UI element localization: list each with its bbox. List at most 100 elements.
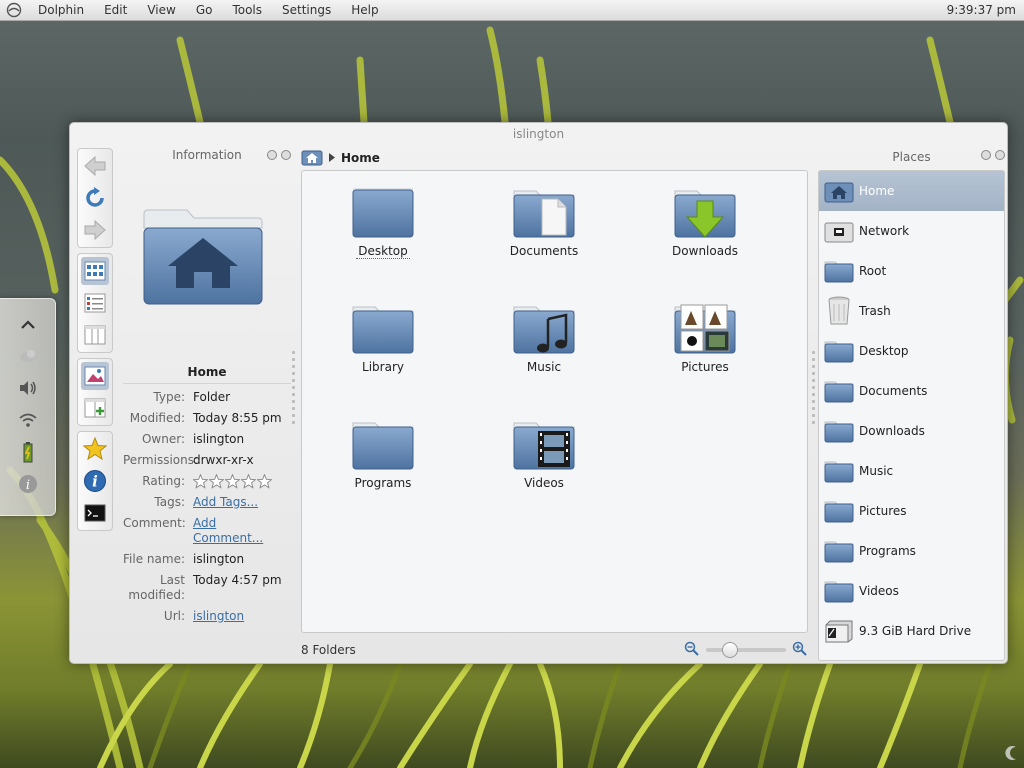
folder-pictures-icon (674, 304, 736, 354)
zoom-slider[interactable] (706, 642, 786, 658)
kde-logo-icon[interactable] (0, 2, 28, 18)
url-link[interactable]: islington (193, 609, 244, 624)
split-view-button[interactable] (81, 394, 109, 422)
place-item-downloads[interactable]: Downloads (819, 411, 1004, 451)
prop-key: Comment: (123, 516, 186, 530)
svg-text:i: i (92, 473, 98, 491)
file-item-label: Desktop (356, 244, 410, 259)
status-bar: 8 Folders (301, 640, 808, 660)
prop-value: islington (193, 432, 245, 446)
file-item[interactable]: Videos (484, 419, 604, 490)
icons-view-button[interactable] (81, 257, 109, 285)
panel-float-icon[interactable] (267, 150, 277, 160)
star-icon[interactable] (209, 474, 224, 489)
folder-icon (823, 335, 855, 367)
place-item-programs[interactable]: Programs (819, 531, 1004, 571)
file-view[interactable]: Desktop Documents Downloads Library Musi… (301, 170, 808, 633)
columns-view-button[interactable] (81, 321, 109, 349)
prop-rating: Rating: (123, 474, 291, 489)
zoom-out-icon[interactable] (684, 641, 700, 660)
file-item[interactable]: Pictures (645, 303, 765, 374)
folder-icon (823, 375, 855, 407)
add-tags-link[interactable]: Add Tags... (193, 495, 258, 510)
weather-icon[interactable] (17, 345, 39, 367)
place-item-music[interactable]: Music (819, 451, 1004, 491)
file-item[interactable]: Music (484, 303, 604, 374)
rating-stars[interactable] (193, 474, 272, 489)
star-icon[interactable] (257, 474, 272, 489)
preview-button[interactable] (81, 362, 109, 390)
extras-group: i (77, 431, 113, 531)
star-icon[interactable] (193, 474, 208, 489)
folder-icon (352, 188, 414, 238)
prop-value: drwxr-xr-x (193, 453, 254, 467)
menu-tools[interactable]: Tools (222, 0, 272, 21)
place-label: Root (859, 264, 887, 278)
breadcrumb-arrow-icon[interactable] (329, 151, 335, 165)
terminal-icon[interactable] (81, 499, 109, 527)
file-item-label: Documents (509, 244, 579, 258)
wifi-icon[interactable] (17, 409, 39, 431)
menu-go[interactable]: Go (186, 0, 223, 21)
info-panel-icon[interactable]: i (81, 467, 109, 495)
place-item-network[interactable]: Network (819, 211, 1004, 251)
place-item-home[interactable]: Home (819, 171, 1004, 211)
panel-close-icon[interactable] (995, 150, 1005, 160)
menu-settings[interactable]: Settings (272, 0, 341, 21)
breadcrumb-current[interactable]: Home (341, 151, 380, 165)
folder-icon (823, 535, 855, 567)
star-icon[interactable] (241, 474, 256, 489)
breadcrumb-home-icon[interactable] (301, 148, 323, 169)
place-label: Network (859, 224, 910, 238)
splitter-handle-right[interactable] (812, 351, 815, 424)
menu-app-dolphin[interactable]: Dolphin (28, 0, 94, 21)
clock[interactable]: 9:39:37 pm (947, 0, 1016, 21)
volume-icon[interactable] (17, 377, 39, 399)
place-item-pictures[interactable]: Pictures (819, 491, 1004, 531)
reload-button[interactable] (81, 184, 109, 212)
trash-icon (823, 295, 855, 327)
places-panel-title: Places (892, 150, 931, 164)
collapse-up-icon[interactable] (17, 313, 39, 335)
menu-help[interactable]: Help (341, 0, 388, 21)
forward-button[interactable] (81, 216, 109, 244)
info-tray-icon[interactable]: i (17, 473, 39, 495)
breadcrumb: Home (301, 148, 380, 168)
place-item-trash[interactable]: Trash (819, 291, 1004, 331)
file-item-label: Music (526, 360, 562, 374)
properties-list: Type: Folder Modified: Today 8:55 pm Owner… (123, 390, 291, 630)
prop-permissions: Permissions: drwxr-xr-x (123, 453, 291, 468)
menu-view[interactable]: View (137, 0, 185, 21)
file-item[interactable]: Programs (323, 419, 443, 490)
dolphin-window: islington i Information Home Type: Folde… (69, 122, 1008, 664)
panel-float-icon[interactable] (981, 150, 991, 160)
back-button[interactable] (81, 152, 109, 180)
add-comment-link[interactable]: Add Comment... (193, 516, 263, 546)
panel-close-icon[interactable] (281, 150, 291, 160)
splitter-handle-left[interactable] (292, 351, 295, 424)
star-icon[interactable] (225, 474, 240, 489)
place-item-root[interactable]: Root (819, 251, 1004, 291)
details-view-button[interactable] (81, 289, 109, 317)
information-panel-title: Information (172, 148, 242, 162)
zoom-slider-handle[interactable] (722, 642, 738, 658)
folder-videos-icon (513, 422, 575, 470)
plasma-cashew-icon[interactable] (1002, 745, 1018, 764)
folder-icon (823, 455, 855, 487)
bookmark-star-icon[interactable] (81, 435, 109, 463)
folder-icon (352, 422, 414, 470)
menu-edit[interactable]: Edit (94, 0, 137, 21)
place-item-videos[interactable]: Videos (819, 571, 1004, 611)
file-item[interactable]: Desktop (323, 187, 443, 259)
place-item-desktop[interactable]: Desktop (819, 331, 1004, 371)
prop-value: Today 4:57 pm (193, 573, 282, 587)
zoom-in-icon[interactable] (792, 641, 808, 660)
file-item[interactable]: Documents (484, 187, 604, 258)
battery-icon[interactable] (17, 441, 39, 463)
place-item-hard-drive[interactable]: 9.3 GiB Hard Drive (819, 611, 1004, 651)
place-item-documents[interactable]: Documents (819, 371, 1004, 411)
prop-key: Last modified: (128, 573, 185, 602)
file-item[interactable]: Downloads (645, 187, 765, 258)
prop-tags: Tags: Add Tags... (123, 495, 291, 510)
file-item[interactable]: Library (323, 303, 443, 374)
